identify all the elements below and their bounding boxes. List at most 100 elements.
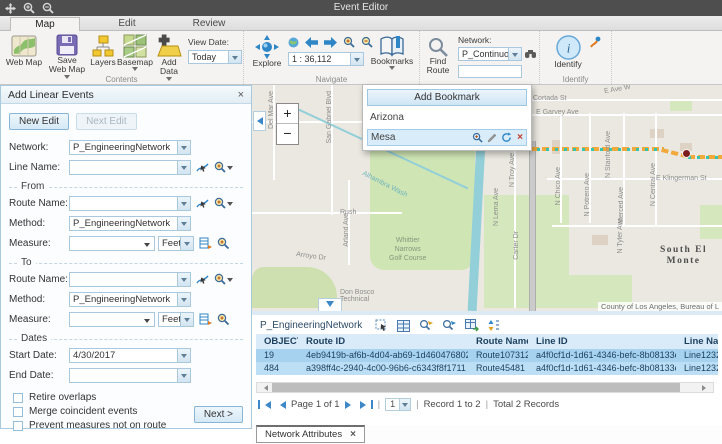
table-row[interactable]: 19 4eb9419b-af6b-4d04-ab69-1d460476802b … xyxy=(256,349,718,362)
bookmark-item-arizona[interactable]: Arizona xyxy=(367,109,527,126)
map-zoom-in-button[interactable]: + xyxy=(277,104,298,124)
bookmark-edit-icon[interactable] xyxy=(487,133,497,143)
table-row[interactable]: 484 a398ff4c-2940-4c00-96b6-c6343f8f1711… xyxy=(256,362,718,375)
map-zoom-out-button[interactable]: − xyxy=(277,124,298,144)
to-measure-zoom-icon[interactable] xyxy=(217,313,230,326)
network-select[interactable]: P_ContinuousNetwork xyxy=(458,47,522,61)
next-edit-button[interactable]: Next Edit xyxy=(76,113,137,130)
zoom-in-tool-icon[interactable] xyxy=(343,36,355,48)
binoculars-icon[interactable] xyxy=(525,49,536,59)
column-header-line-id[interactable]: Line ID xyxy=(528,334,676,349)
web-map-button[interactable]: Web Map xyxy=(4,34,44,67)
find-route-input[interactable] xyxy=(458,65,522,78)
merge-coincident-checkbox[interactable] xyxy=(13,407,23,417)
next-button[interactable]: Next > xyxy=(194,406,243,423)
bookmark-zoom-icon[interactable] xyxy=(472,132,483,143)
new-edit-button[interactable]: New Edit xyxy=(9,113,69,130)
panel-network-caret-icon[interactable] xyxy=(177,141,190,154)
from-zoom-menu-icon[interactable] xyxy=(214,197,234,210)
to-measure-input[interactable] xyxy=(69,312,155,327)
collapse-panel-button[interactable] xyxy=(253,111,266,131)
view-date-caret-icon[interactable] xyxy=(228,51,241,63)
identify-button[interactable]: i Identify xyxy=(550,35,586,69)
to-select-route-on-map-icon[interactable] xyxy=(196,273,209,286)
to-unit-caret-icon[interactable] xyxy=(180,313,193,326)
table-horizontal-scrollbar[interactable] xyxy=(256,382,714,393)
to-unit-select[interactable]: Feet xyxy=(158,312,194,327)
tab-edit[interactable]: Edit xyxy=(92,17,162,31)
from-measure-picker-icon[interactable] xyxy=(199,237,212,250)
from-select-route-on-map-icon[interactable] xyxy=(196,197,209,210)
line-zoom-menu-icon[interactable] xyxy=(214,161,234,174)
identify-route-icon[interactable] xyxy=(590,36,602,48)
sort-icon[interactable] xyxy=(488,319,500,332)
from-route-name-caret-icon[interactable] xyxy=(177,197,190,210)
add-data-icon xyxy=(156,34,182,58)
panel-close-icon[interactable]: × xyxy=(238,89,244,101)
zoom-to-selected-icon[interactable] xyxy=(419,319,433,332)
tab-review[interactable]: Review xyxy=(174,17,244,31)
switch-selection-icon[interactable] xyxy=(465,319,479,332)
column-header-route-id[interactable]: Route ID xyxy=(298,334,468,349)
start-date-caret-icon[interactable] xyxy=(177,349,190,362)
to-zoom-menu-icon[interactable] xyxy=(214,273,234,286)
view-date-select[interactable]: Today xyxy=(188,50,242,64)
pan-to-selected-icon[interactable] xyxy=(442,319,456,332)
tab-map[interactable]: Map xyxy=(10,17,80,31)
retire-overlaps-checkbox[interactable] xyxy=(13,393,23,403)
tab-close-icon[interactable]: × xyxy=(350,429,356,440)
column-header-line-name[interactable]: Line Name xyxy=(676,334,718,349)
collapse-table-button[interactable] xyxy=(318,298,342,311)
page-select-caret-icon[interactable] xyxy=(399,399,410,410)
to-method-caret-icon[interactable] xyxy=(177,293,190,306)
scroll-right-arrow-icon[interactable] xyxy=(702,385,709,391)
select-records-icon[interactable] xyxy=(375,319,388,332)
line-name-select[interactable] xyxy=(69,160,191,175)
bookmark-refresh-icon[interactable] xyxy=(501,132,512,143)
scrollbar-thumb[interactable] xyxy=(272,383,680,392)
scale-select[interactable]: 1 : 36,112 xyxy=(288,52,364,66)
next-page-button[interactable] xyxy=(345,401,355,409)
column-header-route-name[interactable]: Route Name xyxy=(468,334,528,349)
line-name-caret-icon[interactable] xyxy=(177,161,190,174)
network-caret-icon[interactable] xyxy=(508,48,521,60)
end-date-select[interactable] xyxy=(69,368,191,383)
first-page-button[interactable] xyxy=(258,400,271,409)
scroll-left-arrow-icon[interactable] xyxy=(261,385,268,391)
column-header-objectid[interactable]: OBJECTID xyxy=(256,334,298,349)
scale-caret-icon[interactable] xyxy=(350,53,363,65)
to-method-select[interactable]: P_EngineeringNetwork xyxy=(69,292,191,307)
to-measure-picker-icon[interactable] xyxy=(199,313,212,326)
to-route-name-select[interactable] xyxy=(69,272,191,287)
from-method-caret-icon[interactable] xyxy=(177,217,190,230)
layers-button[interactable]: Layers xyxy=(88,34,118,67)
dates-legend: Dates xyxy=(17,333,51,344)
from-measure-zoom-icon[interactable] xyxy=(217,237,230,250)
bookmark-item-mesa[interactable]: Mesa × xyxy=(367,129,527,146)
globe-icon[interactable] xyxy=(288,37,299,48)
forward-arrow-icon[interactable] xyxy=(324,37,337,48)
add-bookmark-button[interactable]: Add Bookmark xyxy=(367,89,527,106)
back-arrow-icon[interactable] xyxy=(305,37,318,48)
from-unit-select[interactable]: Feet xyxy=(158,236,194,251)
from-unit-caret-icon[interactable] xyxy=(180,237,193,250)
bookmark-delete-icon[interactable]: × xyxy=(517,132,523,143)
panel-network-select[interactable]: P_EngineeringNetwork xyxy=(69,140,191,155)
table-icon[interactable] xyxy=(397,320,410,332)
page-select[interactable]: 1 xyxy=(385,398,411,411)
from-route-name-select[interactable] xyxy=(69,196,191,211)
end-date-caret-icon[interactable] xyxy=(177,369,190,382)
start-date-select[interactable]: 4/30/2017 xyxy=(69,348,191,363)
from-method-select[interactable]: P_EngineeringNetwork xyxy=(69,216,191,231)
from-measure-input[interactable] xyxy=(69,236,155,251)
tab-network-attributes[interactable]: Network Attributes × xyxy=(256,425,365,443)
previous-page-button[interactable] xyxy=(276,401,286,409)
last-page-button[interactable] xyxy=(360,400,373,409)
to-route-name-caret-icon[interactable] xyxy=(177,273,190,286)
prevent-measures-checkbox[interactable] xyxy=(13,421,23,431)
bookmarks-button[interactable]: Bookmarks xyxy=(368,35,416,73)
select-line-on-map-icon[interactable] xyxy=(196,161,209,174)
find-route-button[interactable]: Find Route xyxy=(422,37,454,76)
basemap-button[interactable]: Basemap xyxy=(118,34,152,74)
explore-button[interactable]: Explore xyxy=(250,35,284,68)
